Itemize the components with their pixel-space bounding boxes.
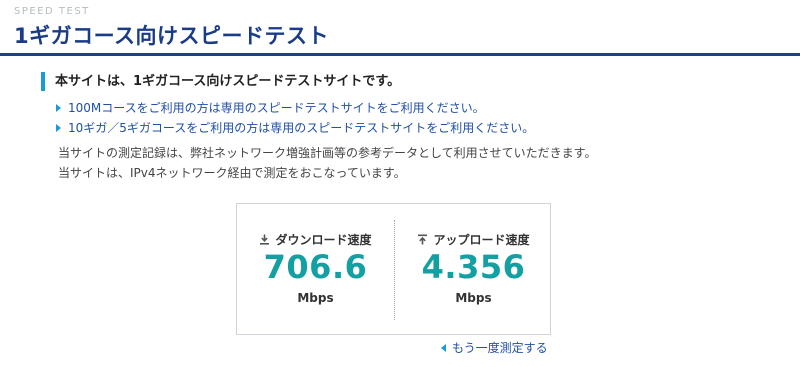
- intro-heading: 本サイトは、1ギガコース向けスピードテストサイトです。: [41, 72, 400, 91]
- link-label[interactable]: 100Mコースをご利用の方は専用のスピードテストサイトをご利用ください。: [68, 98, 485, 118]
- upload-value: 4.356: [421, 248, 526, 286]
- download-icon: [260, 234, 270, 245]
- upload-result: アップロード速度 4.356 Mbps: [395, 204, 552, 336]
- note-ipv4: 当サイトは、IPv4ネットワーク経由で測定をおこなっています。: [58, 166, 406, 180]
- download-unit: Mbps: [297, 291, 334, 305]
- note-usage: 当サイトの測定記録は、弊社ネットワーク増強計画等の参考データとして利用させていた…: [58, 146, 597, 160]
- eyebrow-label: SPEED TEST: [14, 6, 90, 17]
- retest-link[interactable]: もう一度測定する: [441, 339, 548, 356]
- download-value: 706.6: [263, 248, 368, 286]
- upload-label: アップロード速度: [433, 233, 530, 247]
- download-label: ダウンロード速度: [275, 233, 372, 247]
- page-title: 1ギガコース向けスピードテスト: [14, 24, 330, 48]
- link-10g-5g-speedtest[interactable]: 10ギガ／5ギガコースをご利用の方は専用のスピードテストサイトをご利用ください。: [56, 118, 534, 138]
- retest-label[interactable]: もう一度測定する: [452, 339, 548, 356]
- link-100m-speedtest[interactable]: 100Mコースをご利用の方は専用のスピードテストサイトをご利用ください。: [56, 98, 534, 118]
- triangle-left-icon: [441, 343, 446, 352]
- upload-icon: [418, 234, 428, 245]
- download-label-row: ダウンロード速度: [237, 231, 394, 248]
- notes: 当サイトの測定記録は、弊社ネットワーク増強計画等の参考データとして利用させていた…: [58, 143, 596, 183]
- title-rule: [0, 53, 800, 56]
- link-list: 100Mコースをご利用の方は専用のスピードテストサイトをご利用ください。 10ギ…: [56, 98, 534, 138]
- upload-unit: Mbps: [455, 291, 492, 305]
- upload-label-row: アップロード速度: [395, 231, 552, 248]
- triangle-right-icon: [56, 104, 61, 112]
- link-label[interactable]: 10ギガ／5ギガコースをご利用の方は専用のスピードテストサイトをご利用ください。: [68, 118, 534, 138]
- download-result: ダウンロード速度 706.6 Mbps: [237, 204, 394, 336]
- triangle-right-icon: [56, 124, 61, 132]
- result-box: ダウンロード速度 706.6 Mbps アップロード速度 4.356 Mbps: [236, 203, 551, 335]
